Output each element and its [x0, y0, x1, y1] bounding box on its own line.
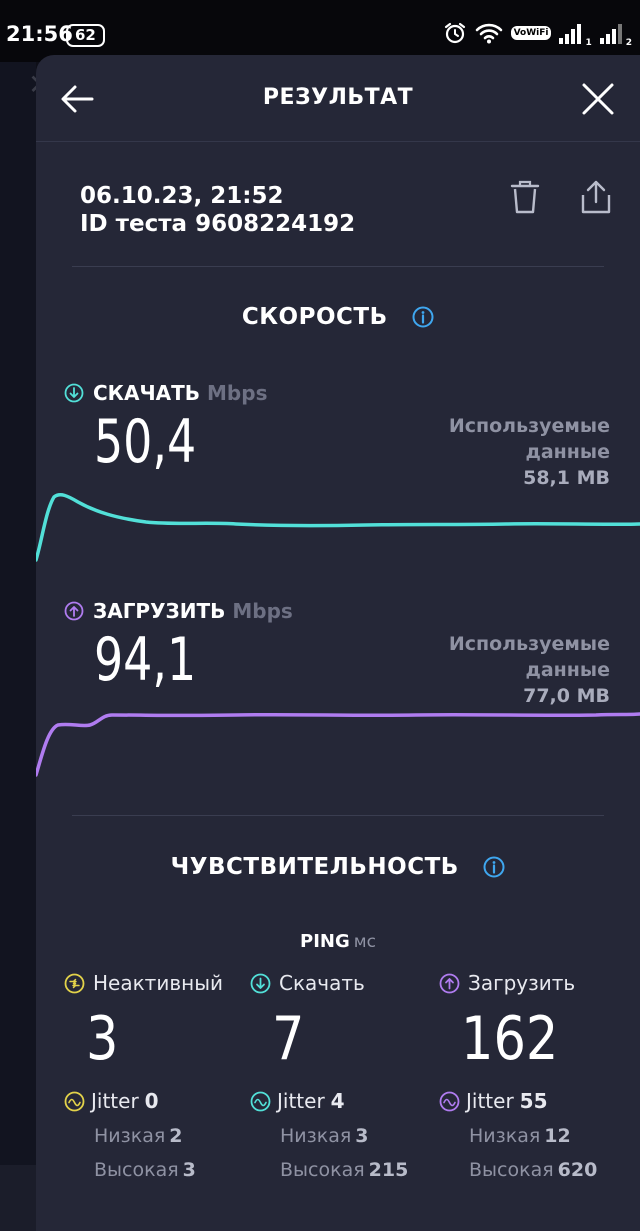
upload-arrow-icon — [64, 601, 84, 621]
trash-icon[interactable] — [508, 179, 542, 215]
sim2-label: 2 — [625, 38, 632, 48]
wifi-icon — [475, 23, 502, 44]
jitter-wave-icon — [250, 1091, 271, 1111]
jitter-label: Jitter — [91, 1089, 139, 1113]
jitter-value: 0 — [144, 1089, 159, 1113]
ping-upload-jitter: Jitter 55 — [439, 1089, 597, 1113]
speed-section-title: СКОРОСТЬ — [36, 303, 640, 330]
ping-idle-value: 3 — [86, 1004, 119, 1074]
download-unit: Mbps — [207, 381, 268, 405]
download-speed-value: 50,4 — [94, 407, 197, 477]
background-nav-strip — [0, 1165, 36, 1231]
high-label: Высокая — [94, 1159, 179, 1181]
result-sheet: РЕЗУЛЬТАТ 06.10.23, 21:52 ID теста 96082… — [36, 55, 640, 1231]
share-icon[interactable] — [578, 179, 614, 215]
ping-upload-label: Загрузить — [468, 971, 576, 995]
low-value: 3 — [355, 1125, 369, 1147]
ping-download-label: Скачать — [279, 971, 365, 995]
ping-download-header: Скачать — [250, 971, 408, 995]
info-icon[interactable] — [412, 306, 434, 328]
ping-download-value: 7 — [272, 1004, 305, 1074]
test-id: ID теста 9608224192 — [80, 211, 356, 237]
status-icons: VoWiFi 1 2 — [443, 18, 632, 48]
ping-upload-low: Низкая 12 — [469, 1125, 597, 1147]
idle-bolt-icon — [64, 973, 85, 993]
download-label: СКАЧАТЬ Mbps — [64, 381, 267, 405]
notification-count-badge: 62 — [66, 24, 105, 47]
low-label: Низкая — [94, 1125, 166, 1147]
download-used-label-1: Используемые — [448, 415, 610, 437]
background-panel — [0, 62, 36, 1231]
jitter-value: 55 — [519, 1089, 548, 1113]
ping-idle-high: Высокая 3 — [94, 1159, 223, 1181]
high-label: Высокая — [280, 1159, 365, 1181]
high-label: Высокая — [469, 1159, 554, 1181]
jitter-value: 4 — [330, 1089, 345, 1113]
jitter-wave-icon — [64, 1091, 85, 1111]
sim1-label: 1 — [585, 38, 592, 48]
speed-title-text: СКОРОСТЬ — [241, 303, 388, 330]
low-value: 12 — [544, 1125, 571, 1147]
result-header: РЕЗУЛЬТАТ — [36, 55, 640, 142]
download-speed-graph — [36, 493, 640, 562]
responsiveness-title-text: ЧУВСТВИТЕЛЬНОСТЬ — [170, 853, 459, 880]
jitter-label: Jitter — [466, 1089, 514, 1113]
ping-download-jitter: Jitter 4 — [250, 1089, 408, 1113]
ping-upload-column: Загрузить 162 Jitter 55 Низкая 12 Высокая 6… — [439, 971, 597, 1181]
ping-idle-jitter: Jitter 0 — [64, 1089, 223, 1113]
low-label: Низкая — [280, 1125, 352, 1147]
alarm-icon — [444, 22, 465, 44]
test-datetime: 06.10.23, 21:52 — [80, 183, 284, 209]
upload-label-text: ЗАГРУЗИТЬ — [93, 599, 226, 623]
signal-sim1-icon — [559, 22, 582, 44]
download-used-label-2: данные — [525, 441, 611, 463]
download-arrow-icon — [64, 383, 84, 403]
upload-speed-value: 94,1 — [94, 625, 197, 695]
upload-speed-graph — [36, 712, 640, 777]
high-value: 215 — [368, 1159, 409, 1181]
ping-idle-low: Низкая 2 — [94, 1125, 223, 1147]
vowifi-icon: VoWiFi — [510, 26, 552, 40]
close-icon[interactable] — [578, 79, 618, 119]
ping-upload-value: 162 — [461, 1004, 559, 1074]
divider — [72, 815, 604, 816]
ping-download-column: Скачать 7 Jitter 4 Низкая 3 Высокая 215 — [250, 971, 408, 1181]
upload-label: ЗАГРУЗИТЬ Mbps — [64, 599, 293, 623]
jitter-wave-icon — [439, 1091, 460, 1111]
low-value: 2 — [169, 1125, 183, 1147]
ping-download-low: Низкая 3 — [280, 1125, 408, 1147]
high-value: 620 — [557, 1159, 598, 1181]
signal-sim2-icon — [599, 22, 622, 44]
responsiveness-section-title: ЧУВСТВИТЕЛЬНОСТЬ — [36, 853, 640, 880]
ping-download-high: Высокая 215 — [280, 1159, 408, 1181]
ping-upload-header: Загрузить — [439, 971, 597, 995]
ping-label: PING — [300, 931, 350, 952]
high-value: 3 — [182, 1159, 196, 1181]
ping-idle-label: Неактивный — [93, 971, 223, 995]
ping-unit: мс — [353, 932, 376, 952]
page-title: РЕЗУЛЬТАТ — [262, 85, 414, 110]
status-time: 21:56 — [6, 22, 73, 46]
low-label: Низкая — [469, 1125, 541, 1147]
ping-upload-high: Высокая 620 — [469, 1159, 597, 1181]
divider — [72, 266, 604, 267]
jitter-label: Jitter — [277, 1089, 325, 1113]
upload-arrow-icon — [439, 973, 460, 993]
status-bar: 21:56 62 VoWiFi 1 2 — [0, 0, 640, 62]
ping-idle-header: Неактивный — [64, 971, 223, 995]
download-label-text: СКАЧАТЬ — [93, 381, 201, 405]
download-arrow-icon — [250, 973, 271, 993]
ping-idle-column: Неактивный 3 Jitter 0 Низкая 2 Высокая 3 — [64, 971, 223, 1181]
upload-used-label-1: Используемые — [448, 633, 610, 655]
info-icon[interactable] — [483, 856, 505, 878]
upload-used-label-2: данные — [525, 659, 611, 681]
upload-unit: Mbps — [232, 599, 293, 623]
ping-heading: PING мс — [36, 931, 640, 952]
